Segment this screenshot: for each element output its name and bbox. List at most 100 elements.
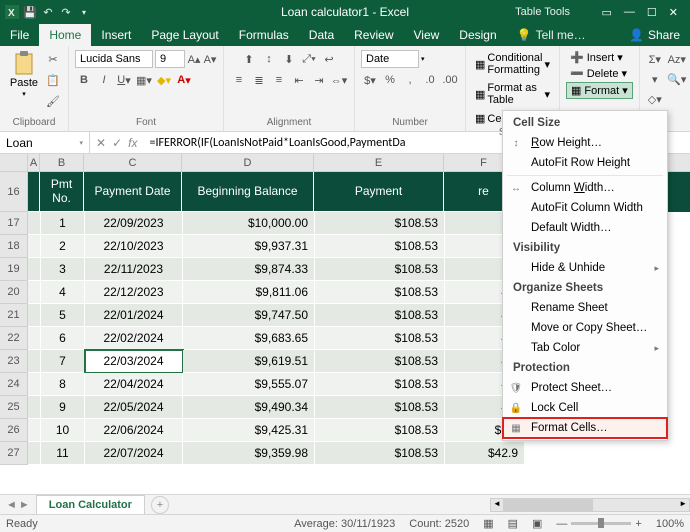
row-header[interactable]: 23 <box>0 350 28 373</box>
wrap-text-icon[interactable]: ↩ <box>320 50 338 68</box>
col-header[interactable]: A <box>28 154 40 171</box>
cancel-formula-icon[interactable]: ✕ <box>96 136 106 150</box>
menu-autofit-row[interactable]: AutoFit Row Height <box>503 153 667 173</box>
table-cell[interactable]: 1 <box>41 212 85 235</box>
insert-button[interactable]: ➕ Insert ▾ <box>566 50 627 65</box>
format-as-table-button[interactable]: ▦ Format as Table ▾ <box>472 80 553 108</box>
table-cell[interactable]: $9,359.98 <box>183 442 315 465</box>
tab-tellme[interactable]: 💡 Tell me… <box>507 24 619 46</box>
table-cell[interactable]: $108.53 <box>315 419 445 442</box>
row-header[interactable]: 27 <box>0 442 28 465</box>
table-cell[interactable] <box>28 373 41 396</box>
table-cell[interactable]: $108.53 <box>315 258 445 281</box>
table-cell[interactable]: 22/11/2023 <box>85 258 183 281</box>
sheet-tab-active[interactable]: Loan Calculator <box>36 495 145 514</box>
fill-icon[interactable]: ▾ <box>646 70 664 88</box>
table-cell[interactable]: $9,747.50 <box>183 304 315 327</box>
tab-insert[interactable]: Insert <box>91 24 141 46</box>
fill-color-icon[interactable]: ◆▾ <box>155 71 173 89</box>
merge-icon[interactable]: ⇔▾ <box>330 71 348 89</box>
currency-icon[interactable]: $▾ <box>361 71 379 89</box>
table-cell[interactable]: 5 <box>41 304 85 327</box>
bold-icon[interactable]: B <box>75 71 93 89</box>
table-cell[interactable]: $9,874.33 <box>183 258 315 281</box>
align-bottom-icon[interactable]: ⬇ <box>280 50 298 68</box>
table-cell[interactable]: 22/06/2024 <box>85 419 183 442</box>
copy-icon[interactable]: 📋 <box>44 71 62 89</box>
table-cell[interactable] <box>28 419 41 442</box>
table-cell[interactable]: $9,425.31 <box>183 419 315 442</box>
table-cell[interactable]: 22/09/2023 <box>85 212 183 235</box>
table-cell[interactable]: 22/05/2024 <box>85 396 183 419</box>
table-cell[interactable] <box>28 258 41 281</box>
table-cell[interactable]: 22/07/2024 <box>85 442 183 465</box>
table-cell[interactable]: 2 <box>41 235 85 258</box>
format-painter-icon[interactable]: 🖌 <box>44 92 62 110</box>
table-cell[interactable] <box>28 350 41 373</box>
row-header[interactable]: 18 <box>0 235 28 258</box>
table-cell[interactable]: $108.53 <box>315 327 445 350</box>
table-cell[interactable] <box>28 442 41 465</box>
conditional-formatting-button[interactable]: ▦ Conditional Formatting ▾ <box>472 50 553 78</box>
table-cell[interactable]: $9,490.34 <box>183 396 315 419</box>
col-header[interactable]: D <box>182 154 314 171</box>
table-cell[interactable]: 22/04/2024 <box>85 373 183 396</box>
format-button[interactable]: ▦ Format ▾ <box>566 82 633 99</box>
col-header[interactable]: B <box>40 154 84 171</box>
table-cell[interactable]: $108.53 <box>315 442 445 465</box>
font-size-select[interactable]: 9 <box>155 50 185 68</box>
zoom-level[interactable]: 100% <box>656 518 684 530</box>
grow-font-icon[interactable]: A▴ <box>187 50 201 68</box>
table-cell[interactable]: 22/03/2024 <box>85 350 183 373</box>
clear-icon[interactable]: ◇▾ <box>646 90 664 108</box>
table-cell[interactable]: $9,937.31 <box>183 235 315 258</box>
number-format-select[interactable]: Date <box>361 50 419 68</box>
menu-default-width[interactable]: Default Width… <box>503 218 667 238</box>
sheet-nav-prev-icon[interactable]: ◄ <box>6 499 17 511</box>
table-cell[interactable]: 6 <box>41 327 85 350</box>
table-cell[interactable]: 11 <box>41 442 85 465</box>
view-page-icon[interactable]: ▤ <box>508 517 518 530</box>
maximize-icon[interactable]: ☐ <box>647 6 657 19</box>
sort-filter-icon[interactable]: Aᴢ▾ <box>666 50 688 68</box>
menu-protect-sheet[interactable]: 🛡Protect Sheet… <box>503 378 667 398</box>
table-cell[interactable]: 22/01/2024 <box>85 304 183 327</box>
table-cell[interactable]: $9,619.51 <box>183 350 315 373</box>
align-left-icon[interactable]: ≡ <box>230 71 248 89</box>
table-cell[interactable]: $9,555.07 <box>183 373 315 396</box>
align-right-icon[interactable]: ≡ <box>270 71 288 89</box>
align-top-icon[interactable]: ⬆ <box>240 50 258 68</box>
table-cell[interactable]: $42.9 <box>445 442 525 465</box>
accept-formula-icon[interactable]: ✓ <box>112 136 122 150</box>
table-cell[interactable]: 22/10/2023 <box>85 235 183 258</box>
table-cell[interactable]: 22/02/2024 <box>85 327 183 350</box>
menu-col-width[interactable]: ↔Column Width… <box>503 178 667 198</box>
table-cell[interactable]: $108.53 <box>315 304 445 327</box>
table-cell[interactable]: $9,683.65 <box>183 327 315 350</box>
italic-icon[interactable]: I <box>95 71 113 89</box>
table-cell[interactable]: $10,000.00 <box>183 212 315 235</box>
table-cell[interactable]: $9,811.06 <box>183 281 315 304</box>
table-cell[interactable]: 10 <box>41 419 85 442</box>
hscrollbar[interactable]: ◄ ► <box>490 498 690 512</box>
paste-button[interactable]: Paste ▾ <box>6 50 42 98</box>
table-cell[interactable]: $108.53 <box>315 235 445 258</box>
row-header[interactable]: 26 <box>0 419 28 442</box>
ribbon-display-icon[interactable]: ▭ <box>602 6 612 19</box>
table-cell[interactable]: 9 <box>41 396 85 419</box>
row-header[interactable]: 17 <box>0 212 28 235</box>
dec-decimal-icon[interactable]: .00 <box>441 71 459 89</box>
row-header[interactable]: 19 <box>0 258 28 281</box>
row-header[interactable]: 22 <box>0 327 28 350</box>
table-cell[interactable] <box>28 281 41 304</box>
table-cell[interactable] <box>28 327 41 350</box>
menu-autofit-col[interactable]: AutoFit Column Width <box>503 198 667 218</box>
row-header[interactable]: 25 <box>0 396 28 419</box>
tab-file[interactable]: File <box>0 24 39 46</box>
autosum-icon[interactable]: Σ▾ <box>646 50 664 68</box>
table-cell[interactable] <box>28 304 41 327</box>
align-middle-icon[interactable]: ↕ <box>260 50 278 68</box>
tab-data[interactable]: Data <box>299 24 344 46</box>
inc-decimal-icon[interactable]: .0 <box>421 71 439 89</box>
tab-page-layout[interactable]: Page Layout <box>141 24 228 46</box>
